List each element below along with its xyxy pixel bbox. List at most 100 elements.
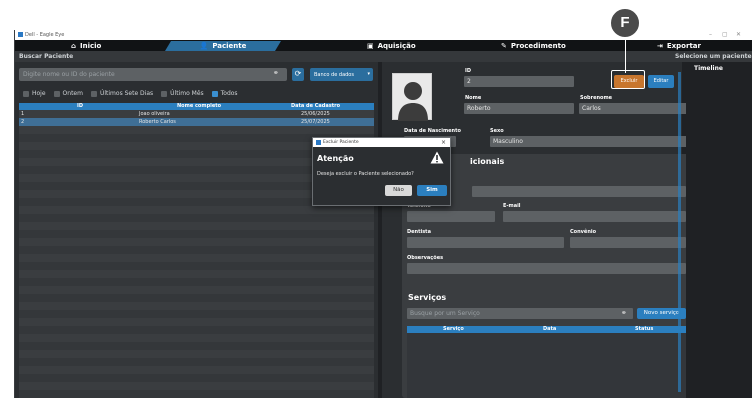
nav-procedimento-label: Procedimento (510, 42, 566, 50)
checkbox[interactable] (23, 90, 29, 97)
empty-row (19, 278, 374, 286)
nav-inicio[interactable]: ⌂ Inicio (71, 41, 101, 51)
sobrenome-label: Sobrenome (580, 95, 613, 101)
table-row[interactable]: 1 Joao oliveira 25/06/2025 (19, 110, 374, 118)
subbar-right-title: Selecione um paciente (675, 53, 752, 60)
table-header: ID Nome completo Data de Cadastro (19, 103, 374, 110)
filter-todos[interactable]: Todos (211, 90, 238, 97)
nav-inicio-label: Inicio (80, 42, 102, 50)
info-adicionais-title: icionais (470, 157, 505, 166)
patient-search-panel: Digite nome ou ID do paciente ⚭ ⟳ Banco … (15, 62, 378, 398)
email-field[interactable] (503, 211, 686, 222)
checkbox-checked[interactable] (211, 90, 218, 97)
nav-aquisicao-label: Aquisição (377, 42, 416, 50)
table-row-selected[interactable]: 2 Roberto Carlos 25/07/2025 (19, 118, 374, 126)
checkbox[interactable] (53, 90, 60, 97)
sim-button[interactable]: Sim (417, 185, 447, 196)
dialog-titlebar: Excluir Paciente × (313, 138, 450, 147)
checkbox[interactable] (161, 90, 168, 97)
id-field[interactable]: 2 (464, 76, 574, 87)
cell-name: Roberto Carlos (139, 119, 176, 125)
empty-row (19, 262, 374, 270)
sub-header: Buscar Paciente Selecione um paciente (15, 51, 752, 62)
sexo-label: Sexo (490, 128, 504, 134)
empty-row (19, 358, 374, 366)
observacoes-field[interactable] (407, 263, 686, 274)
database-dropdown[interactable]: Banco de dados ▾ (310, 68, 373, 81)
nav-exportar[interactable]: ⇥ Exportar (657, 41, 701, 51)
servico-search-input[interactable]: Busque por um Serviço (407, 308, 633, 319)
nav-paciente-label: Paciente (212, 42, 247, 50)
patient-detail-panel: ID 2 Excluir Editar Nome Roberto Sobreno… (382, 62, 690, 398)
col-status[interactable]: Status (635, 326, 653, 332)
nascimento-label: Data de Nascimento (404, 128, 461, 134)
dialog-message: Deseja excluir o Paciente selecionado? (317, 171, 414, 177)
nao-button[interactable]: Não (385, 185, 412, 196)
close-window-button[interactable]: ✕ (736, 31, 741, 38)
warning-icon (430, 151, 444, 164)
editar-button[interactable]: Editar (648, 75, 674, 88)
dialog-window-title: Excluir Paciente (323, 140, 359, 145)
nav-procedimento[interactable]: ✎ Procedimento (501, 41, 566, 51)
empty-row (19, 214, 374, 222)
edit-icon: ✎ (501, 42, 507, 50)
binoculars-icon[interactable]: ⚭ (273, 69, 279, 77)
refresh-button[interactable]: ⟳ (292, 68, 304, 81)
binoculars-icon[interactable]: ⚭ (621, 309, 627, 317)
close-icon[interactable]: × (441, 139, 446, 146)
filter-ultimo-mes[interactable]: Último Mês (161, 90, 204, 97)
refresh-icon: ⟳ (294, 69, 302, 78)
nav-paciente[interactable]: 👤 Paciente (165, 41, 281, 51)
filter-label: Todos (220, 90, 238, 97)
servicos-title: Serviços (408, 293, 447, 302)
avatar (392, 73, 432, 121)
convenio-label: Convênio (570, 229, 597, 235)
cell-id: 2 (21, 119, 25, 125)
telefone-field[interactable] (407, 211, 495, 222)
annotation-highlight (611, 70, 645, 89)
filter-sete-dias[interactable]: Últimos Sete Dias (90, 90, 153, 97)
annotation-badge: F (609, 7, 641, 39)
col-data[interactable]: Data de Cadastro (291, 103, 340, 109)
cell-id: 1 (21, 111, 25, 117)
timeline-title: Timeline (694, 65, 723, 72)
id-label: ID (465, 68, 472, 74)
minimize-button[interactable]: – (709, 31, 712, 38)
maximize-button[interactable]: ▢ (722, 31, 728, 38)
nome-field[interactable]: Roberto (464, 103, 574, 114)
avatar-silhouette-icon (398, 82, 428, 121)
cell-name: Joao oliveira (139, 111, 170, 117)
filter-hoje[interactable]: Hoje (23, 90, 46, 97)
detail-scrollbar[interactable] (678, 72, 681, 392)
subbar-left-title: Buscar Paciente (19, 53, 74, 60)
col-servico[interactable]: Serviço (443, 326, 464, 332)
sobrenome-field[interactable]: Carlos (579, 103, 689, 114)
dentista-label: Dentista (407, 229, 431, 235)
col-data[interactable]: Data (543, 326, 556, 332)
col-id[interactable]: ID (77, 103, 83, 109)
convenio-field[interactable] (570, 237, 686, 248)
nome-label: Nome (465, 95, 482, 101)
servicos-table-header: Serviço Data Status (407, 326, 686, 333)
filter-label: Hoje (32, 90, 46, 97)
search-input[interactable]: Digite nome ou ID do paciente (19, 68, 287, 81)
email-label: E-mail (503, 203, 521, 209)
database-label: Banco de dados (314, 72, 354, 78)
nav-exportar-label: Exportar (666, 42, 701, 50)
empty-row (19, 342, 374, 350)
date-filters: Hoje Ontem Últimos Sete Dias Último Mês … (23, 89, 238, 98)
info-field-1[interactable] (472, 186, 686, 197)
col-nome[interactable]: Nome completo (177, 103, 221, 109)
home-icon: ⌂ (71, 42, 77, 50)
checkbox[interactable] (90, 90, 97, 97)
user-icon: 👤 (199, 42, 209, 50)
filter-label: Último Mês (170, 90, 204, 97)
dentista-field[interactable] (407, 237, 564, 248)
nav-aquisicao[interactable]: ▣ Aquisição (367, 41, 416, 51)
empty-row (19, 326, 374, 334)
app-icon (18, 32, 23, 37)
sexo-field[interactable]: Masculino (490, 136, 690, 147)
empty-row (19, 246, 374, 254)
export-icon: ⇥ (657, 42, 663, 50)
filter-ontem[interactable]: Ontem (53, 90, 83, 97)
